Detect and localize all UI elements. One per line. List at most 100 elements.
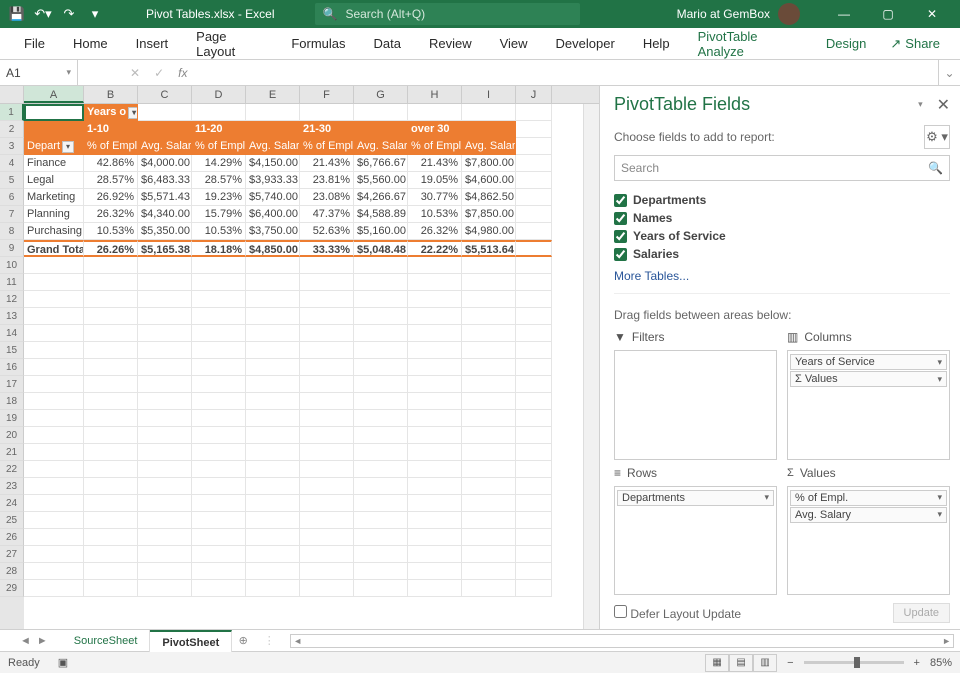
undo-icon[interactable]: ↶▾ (32, 3, 54, 25)
row-header-22[interactable]: 22 (0, 461, 24, 478)
row-header-29[interactable]: 29 (0, 580, 24, 597)
tab-pivotsheet[interactable]: PivotSheet (150, 630, 232, 652)
cell-dept[interactable]: Legal (24, 172, 84, 189)
cell-dept[interactable]: Planning (24, 206, 84, 223)
field-departments[interactable]: Departments (614, 191, 950, 209)
select-all[interactable] (0, 86, 24, 103)
tab-view[interactable]: View (486, 28, 542, 60)
search-box[interactable]: 🔍 Search (Alt+Q) (315, 3, 580, 25)
row-header-18[interactable]: 18 (0, 393, 24, 410)
avatar[interactable] (778, 3, 800, 25)
qat-customize-icon[interactable]: ▾ (84, 3, 106, 25)
zoom-slider[interactable] (804, 661, 904, 664)
tab-data[interactable]: Data (360, 28, 415, 60)
restore-button[interactable]: ▢ (866, 0, 910, 28)
col-header-H[interactable]: H (408, 86, 462, 103)
row-header-11[interactable]: 11 (0, 274, 24, 291)
cell-dept[interactable]: Purchasing (24, 223, 84, 240)
row-header-1[interactable]: 1 (0, 104, 24, 121)
col-header-B[interactable]: B (84, 86, 138, 103)
page-break-view-icon[interactable]: ▥ (753, 654, 777, 672)
fields-search[interactable]: Search 🔍 (614, 155, 950, 181)
vertical-scrollbar[interactable] (583, 104, 599, 629)
col-header-A[interactable]: A (24, 86, 84, 103)
gear-icon[interactable]: ⚙ ▾ (924, 125, 950, 149)
move-handle-icon[interactable]: ▾ (918, 99, 923, 110)
redo-icon[interactable]: ↷ (58, 3, 80, 25)
close-button[interactable]: ✕ (910, 0, 954, 28)
area-filters[interactable] (614, 350, 777, 460)
tab-sourcesheet[interactable]: SourceSheet (62, 630, 151, 652)
row-header-20[interactable]: 20 (0, 427, 24, 444)
tab-formulas[interactable]: Formulas (277, 28, 359, 60)
close-panel-icon[interactable]: ✕ (937, 95, 950, 115)
col-header-C[interactable]: C (138, 86, 192, 103)
row-header-8[interactable]: 8 (0, 223, 24, 240)
col-header-I[interactable]: I (462, 86, 516, 103)
user-name[interactable]: Mario at GemBox (677, 7, 770, 21)
zoom-out-icon[interactable]: − (787, 657, 793, 669)
cells[interactable]: Years o▾1-1011-2021-30over 30Depart▾% of… (24, 104, 583, 629)
tab-insert[interactable]: Insert (122, 28, 183, 60)
row-header-24[interactable]: 24 (0, 495, 24, 512)
row-header-17[interactable]: 17 (0, 376, 24, 393)
cell-dept[interactable]: Finance (24, 155, 84, 172)
pill-departments[interactable]: Departments▾ (617, 490, 774, 506)
enter-icon[interactable]: ✓ (154, 66, 164, 80)
cell-B1[interactable]: Years o▾ (84, 104, 138, 121)
zoom-level[interactable]: 85% (930, 657, 952, 669)
row-header-6[interactable]: 6 (0, 189, 24, 206)
field-salaries[interactable]: Salaries (614, 245, 950, 263)
new-sheet-icon[interactable]: ⊕ (232, 634, 254, 647)
tab-page-layout[interactable]: Page Layout (182, 28, 277, 60)
row-header-5[interactable]: 5 (0, 172, 24, 189)
save-icon[interactable]: 💾 (6, 3, 28, 25)
row-header-25[interactable]: 25 (0, 512, 24, 529)
row-header-16[interactable]: 16 (0, 359, 24, 376)
area-columns[interactable]: Years of Service▾Σ Values▾ (787, 350, 950, 460)
tab-help[interactable]: Help (629, 28, 684, 60)
row-header-13[interactable]: 13 (0, 308, 24, 325)
row-header-27[interactable]: 27 (0, 546, 24, 563)
tab-design[interactable]: Design (812, 28, 880, 60)
row-header-23[interactable]: 23 (0, 478, 24, 495)
area-rows[interactable]: Departments▾ (614, 486, 777, 596)
pill--of-empl-[interactable]: % of Empl.▾ (790, 490, 947, 506)
horizontal-scrollbar[interactable]: ◄► (290, 634, 954, 648)
tab-review[interactable]: Review (415, 28, 486, 60)
more-tables-link[interactable]: More Tables... (614, 269, 950, 283)
tab-pivottable-analyze[interactable]: PivotTable Analyze (684, 28, 812, 60)
cell-dept[interactable]: Marketing (24, 189, 84, 206)
pill-years-of-service[interactable]: Years of Service▾ (790, 354, 947, 370)
minimize-button[interactable]: — (822, 0, 866, 28)
name-box[interactable]: A1▾ (0, 60, 78, 85)
row-header-10[interactable]: 10 (0, 257, 24, 274)
row-header-7[interactable]: 7 (0, 206, 24, 223)
fx-icon[interactable]: fx (178, 66, 187, 80)
row-header-9[interactable]: 9 (0, 240, 24, 257)
normal-view-icon[interactable]: ▦ (705, 654, 729, 672)
tab-home[interactable]: Home (59, 28, 122, 60)
next-sheet-icon[interactable]: ► (37, 635, 48, 647)
row-header-21[interactable]: 21 (0, 444, 24, 461)
cell-dept-hdr[interactable]: Depart▾ (24, 138, 84, 155)
row-header-3[interactable]: 3 (0, 138, 24, 155)
prev-sheet-icon[interactable]: ◄ (20, 635, 31, 647)
row-header-12[interactable]: 12 (0, 291, 24, 308)
tab-developer[interactable]: Developer (542, 28, 629, 60)
pill--values[interactable]: Σ Values▾ (790, 371, 947, 387)
field-names[interactable]: Names (614, 209, 950, 227)
area-values[interactable]: % of Empl.▾Avg. Salary▾ (787, 486, 950, 596)
macro-icon[interactable]: ▣ (58, 656, 68, 669)
row-header-15[interactable]: 15 (0, 342, 24, 359)
zoom-in-icon[interactable]: + (914, 657, 920, 669)
chevron-down-icon[interactable]: ▾ (66, 67, 71, 78)
cancel-icon[interactable]: ✕ (130, 66, 140, 80)
pill-avg-salary[interactable]: Avg. Salary▾ (790, 507, 947, 523)
row-header-4[interactable]: 4 (0, 155, 24, 172)
col-header-D[interactable]: D (192, 86, 246, 103)
row-header-28[interactable]: 28 (0, 563, 24, 580)
tab-file[interactable]: File (10, 28, 59, 60)
defer-checkbox[interactable]: Defer Layout Update (614, 605, 741, 621)
field-years-of-service[interactable]: Years of Service (614, 227, 950, 245)
